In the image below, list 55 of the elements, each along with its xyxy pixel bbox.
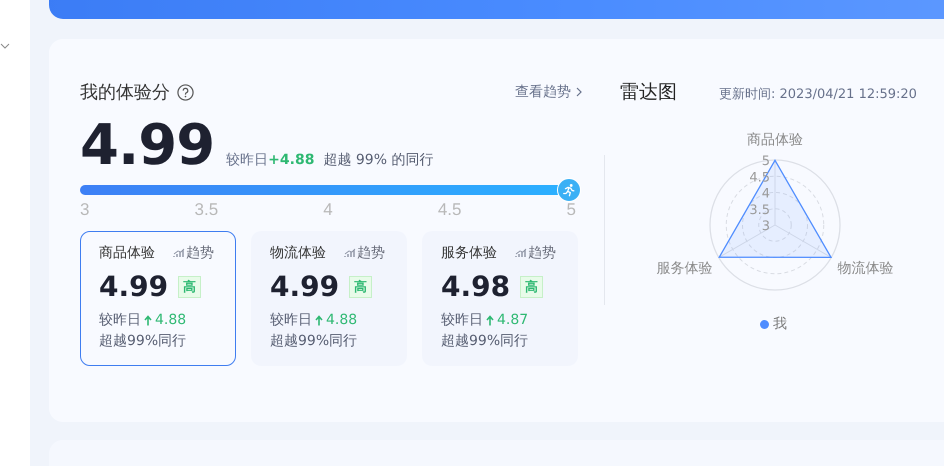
card-score: 4.99: [270, 270, 340, 303]
compare-value: +4.88: [268, 152, 314, 168]
compare-label: 较昨日: [99, 311, 141, 329]
chevron-down-icon[interactable]: [0, 43, 10, 49]
axis-tick-label: 3.5: [749, 202, 770, 218]
axis-tick-label: 3: [762, 219, 770, 234]
trend-link[interactable]: 趋势: [515, 244, 556, 262]
scale-label: 5: [566, 200, 576, 220]
view-trend-link[interactable]: 查看趋势: [515, 83, 582, 101]
compare-label: 较昨日: [270, 311, 312, 329]
axis-label: 物流体验: [837, 260, 894, 276]
rank-text: 超越 99% 的同行: [323, 151, 434, 169]
arrow-up-icon: [315, 314, 323, 326]
level-badge: 高: [349, 276, 372, 298]
compare-label: 较昨日: [226, 151, 268, 169]
rank-text: 超越99%同行: [441, 332, 530, 350]
bar-chart-icon[interactable]: [344, 248, 356, 258]
score-card[interactable]: 物流体验 趋势 4.99 高 较昨日 4.88 超越99%同行: [251, 231, 407, 366]
level-badge: 高: [178, 276, 202, 298]
score-card[interactable]: 商品体验 趋势 4.99 高 较昨日 4.88 超越99%同行: [80, 231, 236, 366]
card-score: 4.98: [441, 270, 510, 303]
trend-link[interactable]: 趋势: [173, 244, 214, 262]
scale-label: 3: [80, 200, 90, 220]
runner-icon: [556, 178, 581, 202]
update-time: 更新时间: 2023/04/21 12:59:20: [719, 86, 917, 103]
delta-value: 4.88: [326, 312, 358, 328]
arrow-up-icon: [144, 314, 152, 326]
level-badge: 高: [520, 276, 544, 298]
card-score: 4.99: [99, 270, 168, 303]
arrow-up-icon: [486, 314, 494, 326]
rank-text: 超越99%同行: [99, 332, 188, 350]
axis-tick-label: 4: [762, 186, 770, 202]
axis-tick-label: 5: [762, 154, 770, 169]
overall-score: 4.99: [80, 113, 214, 178]
scale-label: 3.5: [194, 200, 218, 220]
section-title: 我的体验分: [80, 81, 170, 104]
help-icon[interactable]: [177, 84, 194, 100]
scale-label: 4: [323, 200, 333, 220]
scale-label: 4.5: [438, 200, 462, 220]
compare-label: 较昨日: [441, 311, 483, 329]
rank-text: 超越99%同行: [270, 332, 358, 350]
bar-chart-icon[interactable]: [173, 248, 185, 258]
delta-value: 4.87: [497, 312, 528, 328]
trend-link[interactable]: 趋势: [344, 244, 385, 262]
score-card[interactable]: 服务体验 趋势 4.98 高 较昨日 4.87 超越99%同行: [422, 231, 578, 366]
legend-label: 我: [773, 315, 787, 333]
axis-label: 商品体验: [747, 132, 803, 148]
chevron-right-icon[interactable]: [576, 87, 582, 97]
bar-chart-icon[interactable]: [515, 248, 527, 258]
chart-title: 雷达图: [620, 80, 677, 105]
card-title: 服务体验: [441, 244, 498, 262]
card-title: 商品体验: [99, 244, 156, 262]
axis-label: 服务体验: [656, 260, 713, 276]
card-title: 物流体验: [270, 244, 327, 262]
delta-value: 4.88: [155, 312, 186, 328]
